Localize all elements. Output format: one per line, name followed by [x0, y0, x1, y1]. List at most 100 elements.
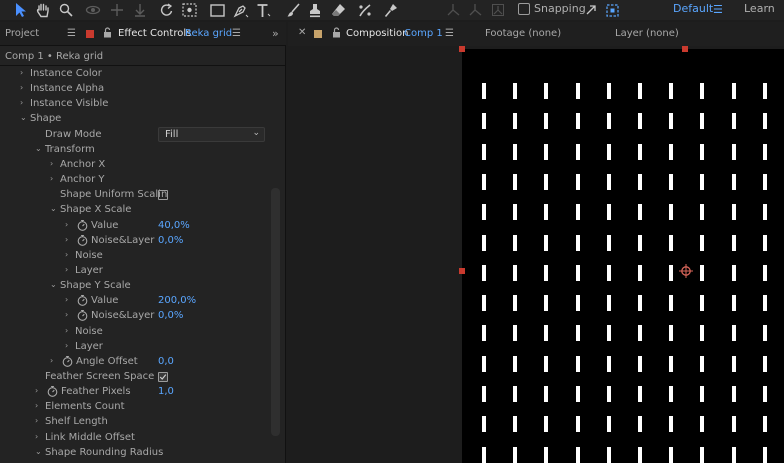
- property-row[interactable]: ⌄ Shape X Scale: [0, 203, 270, 218]
- property-row[interactable]: › Layer: [0, 340, 270, 355]
- tab-composition[interactable]: Composition: [346, 28, 408, 39]
- chevron-down-icon[interactable]: ⌄: [50, 204, 57, 213]
- property-checkbox[interactable]: [158, 190, 168, 201]
- chevron-right-icon[interactable]: ›: [35, 401, 38, 410]
- pen-tool-icon[interactable]: [231, 1, 251, 19]
- draw-mode-dropdown[interactable]: Fill ⌄: [158, 126, 265, 142]
- property-value[interactable]: 200,0%: [158, 295, 196, 306]
- stopwatch-icon[interactable]: [62, 355, 73, 367]
- property-row[interactable]: › Anchor Y: [0, 173, 270, 188]
- property-value[interactable]: 1,0: [158, 386, 174, 397]
- property-checkbox[interactable]: [158, 372, 168, 382]
- chevron-right-icon[interactable]: ›: [20, 98, 23, 107]
- property-row[interactable]: › Shelf Length: [0, 415, 270, 430]
- axis-view-icon[interactable]: [489, 1, 507, 19]
- snap-grid-icon[interactable]: [604, 1, 620, 19]
- axis-world-icon[interactable]: [466, 1, 484, 19]
- tabs-overflow-icon[interactable]: »: [272, 27, 279, 40]
- property-row[interactable]: › Instance Color: [0, 67, 270, 82]
- composition-menu-icon[interactable]: ☰: [445, 28, 454, 39]
- layer-handle-top-left[interactable]: [459, 46, 465, 52]
- chevron-right-icon[interactable]: ›: [50, 159, 53, 168]
- rectangle-tool-icon[interactable]: [208, 1, 226, 19]
- chevron-down-icon[interactable]: ⌄: [35, 447, 42, 456]
- stopwatch-icon[interactable]: [77, 234, 88, 246]
- chevron-right-icon[interactable]: ›: [20, 83, 23, 92]
- orbit-tool-icon[interactable]: [84, 1, 102, 19]
- chevron-right-icon[interactable]: ›: [65, 265, 68, 274]
- property-row[interactable]: › Noise&Layer 0,0%: [0, 309, 270, 324]
- property-row[interactable]: › Value 200,0%: [0, 294, 270, 309]
- property-row[interactable]: › Noise&Layer 0,0%: [0, 234, 270, 249]
- snap-expand-icon[interactable]: [582, 1, 600, 19]
- puppet-tool-icon[interactable]: [382, 1, 400, 19]
- chevron-down-icon[interactable]: ⌄: [20, 113, 27, 122]
- pan-tool-icon[interactable]: [108, 1, 126, 19]
- property-row[interactable]: › Noise: [0, 249, 270, 264]
- chevron-right-icon[interactable]: ›: [50, 356, 53, 365]
- composition-canvas[interactable]: [462, 49, 784, 463]
- chevron-right-icon[interactable]: ›: [65, 220, 68, 229]
- chevron-right-icon[interactable]: ›: [35, 386, 38, 395]
- property-row[interactable]: Shape Uniform Scalin: [0, 188, 270, 203]
- tab-effect-controls[interactable]: Effect Controls: [118, 28, 191, 39]
- property-row[interactable]: › Angle Offset 0,0: [0, 355, 270, 370]
- selection-tool-icon[interactable]: [12, 1, 30, 19]
- chevron-right-icon[interactable]: ›: [65, 326, 68, 335]
- workspace-learn[interactable]: Learn: [744, 2, 775, 15]
- property-row[interactable]: › Link Middle Offset: [0, 431, 270, 446]
- chevron-right-icon[interactable]: ›: [35, 416, 38, 425]
- anchor-point-icon[interactable]: [679, 264, 693, 278]
- rotate-tool-icon[interactable]: [158, 1, 176, 19]
- property-value[interactable]: 40,0%: [158, 220, 190, 231]
- chevron-right-icon[interactable]: ›: [65, 250, 68, 259]
- layer-handle-top-center[interactable]: [682, 46, 688, 52]
- chevron-right-icon[interactable]: ›: [65, 235, 68, 244]
- chevron-down-icon[interactable]: ⌄: [35, 144, 42, 153]
- lock-icon[interactable]: [103, 27, 112, 38]
- type-tool-icon[interactable]: [254, 1, 274, 19]
- chevron-right-icon[interactable]: ›: [20, 68, 23, 77]
- camera-tool-icon[interactable]: [180, 1, 198, 19]
- property-row[interactable]: › Feather Pixels 1,0: [0, 385, 270, 400]
- lock-icon[interactable]: [332, 27, 341, 38]
- hand-tool-icon[interactable]: [34, 1, 52, 19]
- property-row[interactable]: ⌄ Shape Y Scale: [0, 279, 270, 294]
- dolly-tool-icon[interactable]: [131, 1, 149, 19]
- property-row[interactable]: Feather Screen Space: [0, 370, 270, 385]
- stopwatch-icon[interactable]: [77, 295, 88, 307]
- chevron-right-icon[interactable]: ›: [65, 295, 68, 304]
- tab-layer[interactable]: Layer (none): [615, 28, 679, 39]
- workspace-menu-icon[interactable]: ☰: [713, 3, 723, 16]
- property-row[interactable]: ⌄ Shape: [0, 112, 270, 127]
- chevron-right-icon[interactable]: ›: [65, 341, 68, 350]
- axis-local-icon[interactable]: [444, 1, 462, 19]
- property-row[interactable]: › Anchor X: [0, 158, 270, 173]
- stopwatch-icon[interactable]: [77, 219, 88, 231]
- effect-controls-menu-icon[interactable]: ☰: [232, 28, 241, 39]
- property-row[interactable]: › Noise: [0, 325, 270, 340]
- tab-footage[interactable]: Footage (none): [485, 28, 561, 39]
- snapping-checkbox[interactable]: [518, 3, 530, 15]
- chevron-down-icon[interactable]: ⌄: [50, 280, 57, 289]
- roto-brush-tool-icon[interactable]: [355, 1, 375, 19]
- property-row[interactable]: Draw Mode Fill ⌄: [0, 126, 270, 143]
- property-value[interactable]: 0,0%: [158, 310, 183, 321]
- zoom-tool-icon[interactable]: [57, 1, 75, 19]
- close-icon[interactable]: ✕: [298, 27, 306, 38]
- property-row[interactable]: ⌄ Shape Rounding Radius: [0, 446, 270, 461]
- chevron-right-icon[interactable]: ›: [35, 432, 38, 441]
- chevron-right-icon[interactable]: ›: [50, 174, 53, 183]
- scrollbar[interactable]: [271, 188, 280, 436]
- chevron-right-icon[interactable]: ›: [65, 310, 68, 319]
- project-menu-icon[interactable]: ☰: [67, 28, 76, 39]
- property-row[interactable]: › Instance Alpha: [0, 82, 270, 97]
- workspace-default[interactable]: Default: [673, 2, 713, 15]
- stopwatch-icon[interactable]: [47, 386, 58, 397]
- property-row[interactable]: › Elements Count: [0, 400, 270, 415]
- property-row[interactable]: › Layer: [0, 264, 270, 279]
- eraser-tool-icon[interactable]: [329, 1, 347, 19]
- property-value[interactable]: 0,0%: [158, 235, 183, 246]
- brush-tool-icon[interactable]: [284, 1, 302, 19]
- stopwatch-icon[interactable]: [77, 310, 88, 322]
